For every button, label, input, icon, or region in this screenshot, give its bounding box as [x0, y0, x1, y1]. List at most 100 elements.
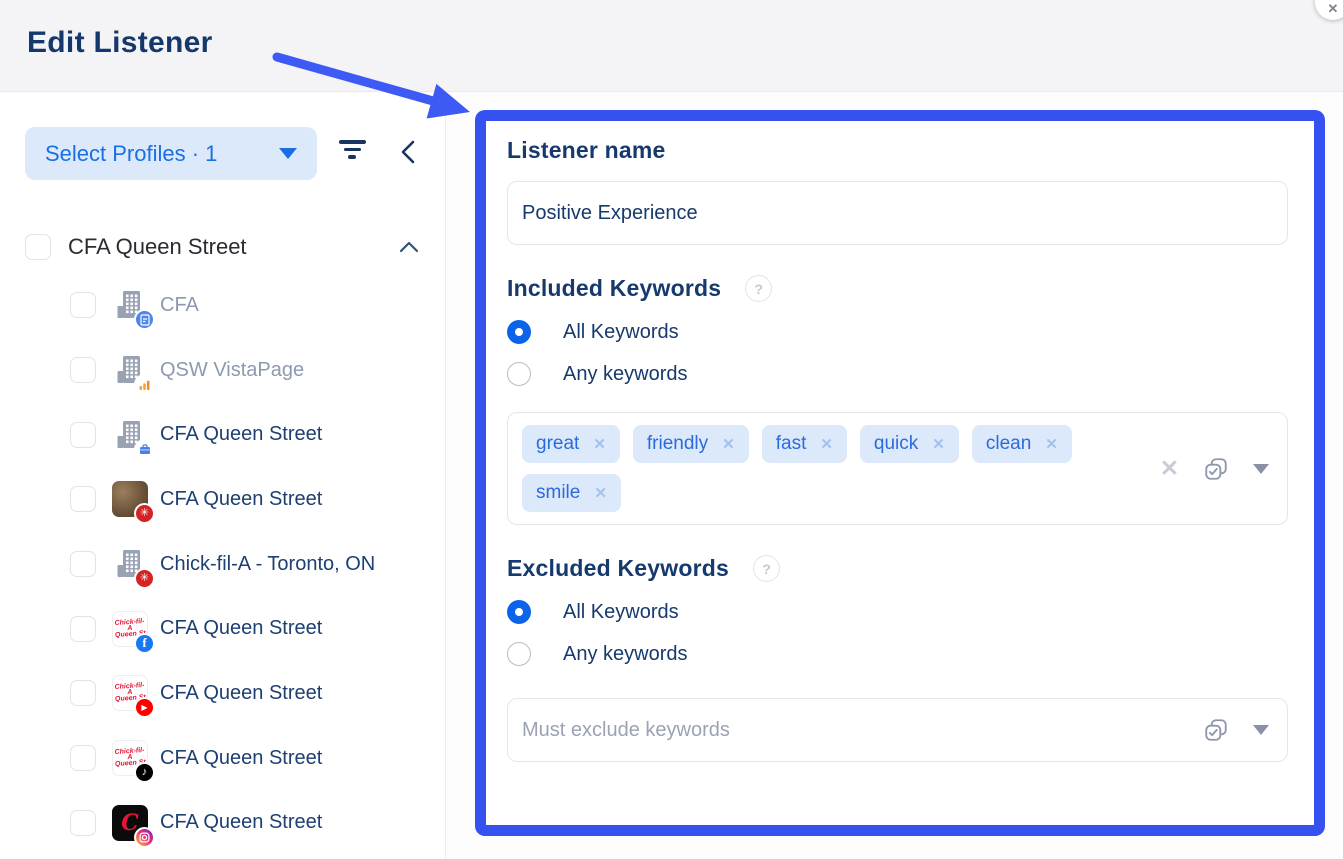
- chevron-up-icon[interactable]: [398, 240, 420, 254]
- excluded-keywords-input[interactable]: [508, 699, 1287, 761]
- instagram-icon: [134, 827, 155, 848]
- facebook-icon: f: [134, 633, 155, 654]
- profile-avatar: ✳: [112, 546, 148, 582]
- included-keywords-input[interactable]: great ✕ friendly ✕ fast ✕ quick ✕ clean ✕ smile ✕ ✕: [507, 412, 1288, 525]
- remove-keyword-icon[interactable]: ✕: [722, 435, 735, 453]
- group-label: CFA Queen Street: [68, 234, 247, 260]
- keyword-chip[interactable]: quick ✕: [860, 425, 959, 463]
- profile-label: Chick-fil-A - Toronto, ON: [160, 553, 375, 576]
- radio-selected-icon[interactable]: [507, 320, 531, 344]
- excluded-all-keywords-option[interactable]: All Keywords: [507, 600, 1288, 624]
- profile-label: CFA: [160, 294, 199, 317]
- list-item[interactable]: ✳ Chick-fil-A - Toronto, ON: [0, 532, 445, 597]
- profile-avatar: [112, 417, 148, 453]
- radio-selected-icon[interactable]: [507, 600, 531, 624]
- keyword-chip-label: fast: [776, 433, 807, 455]
- profile-label: CFA Queen Street: [160, 617, 322, 640]
- list-item[interactable]: CFA Queen Street: [0, 402, 445, 467]
- bulk-paste-icon[interactable]: [1203, 717, 1229, 743]
- keyword-chip[interactable]: clean ✕: [972, 425, 1072, 463]
- profile-avatar: Chick-fil-AQueen St ▶: [112, 675, 148, 711]
- expand-keywords-icon[interactable]: [1253, 464, 1269, 474]
- yelp-icon: ✳: [134, 503, 155, 524]
- yelp-icon: ✳: [134, 568, 155, 589]
- edit-listener-panel: Listener name Included Keywords ? All Ke…: [475, 110, 1325, 836]
- profile-label: QSW VistaPage: [160, 359, 304, 382]
- profile-avatar: [112, 287, 148, 323]
- list-item[interactable]: QSW VistaPage: [0, 338, 445, 403]
- chevron-down-icon: [279, 148, 297, 159]
- profile-avatar: C: [112, 805, 148, 841]
- listener-name-input[interactable]: [507, 181, 1288, 245]
- keyword-chip[interactable]: fast ✕: [762, 425, 847, 463]
- select-profiles-dropdown[interactable]: Select Profiles · 1: [25, 127, 317, 180]
- keyword-chip-label: great: [536, 433, 579, 455]
- remove-keyword-icon[interactable]: ✕: [594, 484, 607, 502]
- list-item[interactable]: Chick-fil-AQueen St ▶ CFA Queen Street: [0, 661, 445, 726]
- profiles-list: CFA Queen Street CFA QSW VistaPage CFA Q…: [0, 221, 445, 855]
- keyword-chip[interactable]: great ✕: [522, 425, 620, 463]
- profile-avatar: [112, 352, 148, 388]
- keyword-chip-label: quick: [874, 433, 918, 455]
- profiles-toolbar: Select Profiles · 1: [0, 127, 446, 180]
- keyword-chip-label: friendly: [647, 433, 708, 455]
- excluded-keywords-field: [507, 698, 1288, 762]
- profile-checkbox[interactable]: [70, 551, 96, 577]
- included-all-keywords-option[interactable]: All Keywords: [507, 320, 1288, 344]
- list-item[interactable]: CFA: [0, 273, 445, 338]
- profile-checkbox[interactable]: [70, 357, 96, 383]
- filter-icon[interactable]: [337, 140, 367, 166]
- profile-checkbox[interactable]: [70, 680, 96, 706]
- collapse-sidebar-icon[interactable]: [396, 137, 422, 167]
- profiles-sidebar: Select Profiles · 1 CFA Queen Street CFA…: [0, 93, 446, 859]
- profile-label: CFA Queen Street: [160, 682, 322, 705]
- clear-all-icon[interactable]: ✕: [1160, 457, 1179, 480]
- tiktok-icon: ♪: [134, 762, 155, 783]
- profile-checkbox[interactable]: [70, 292, 96, 318]
- profile-checkbox[interactable]: [70, 745, 96, 771]
- keyword-chip[interactable]: smile ✕: [522, 474, 621, 512]
- profile-group-row[interactable]: CFA Queen Street: [0, 221, 445, 273]
- radio-unselected-icon[interactable]: [507, 642, 531, 666]
- profile-avatar: Chick-fil-AQueen St f: [112, 611, 148, 647]
- remove-keyword-icon[interactable]: ✕: [593, 435, 606, 453]
- profile-checkbox[interactable]: [70, 616, 96, 642]
- close-icon: ✕: [1328, 1, 1339, 20]
- list-item[interactable]: ✳ CFA Queen Street: [0, 467, 445, 532]
- remove-keyword-icon[interactable]: ✕: [820, 435, 833, 453]
- list-item[interactable]: Chick-fil-AQueen St ♪ CFA Queen Street: [0, 726, 445, 791]
- profile-checkbox[interactable]: [70, 422, 96, 448]
- profile-avatar: Chick-fil-AQueen St ♪: [112, 740, 148, 776]
- google-business-icon: [134, 439, 155, 460]
- excluded-any-keywords-option[interactable]: Any keywords: [507, 642, 1288, 666]
- listener-name-label: Listener name: [507, 137, 1288, 164]
- profile-label: CFA Queen Street: [160, 423, 322, 446]
- youtube-icon: ▶: [134, 697, 155, 718]
- help-icon[interactable]: ?: [753, 555, 780, 582]
- profile-label: CFA Queen Street: [160, 747, 322, 770]
- profile-label: CFA Queen Street: [160, 811, 322, 834]
- list-item[interactable]: C CFA Queen Street: [0, 791, 445, 856]
- profile-avatar: ✳: [112, 481, 148, 517]
- page-title: Edit Listener: [27, 26, 213, 60]
- remove-keyword-icon[interactable]: ✕: [932, 435, 945, 453]
- select-profiles-label: Select Profiles · 1: [45, 141, 217, 167]
- keyword-chip-label: smile: [536, 482, 580, 504]
- keyword-chip[interactable]: friendly ✕: [633, 425, 749, 463]
- group-checkbox[interactable]: [25, 234, 51, 260]
- profile-checkbox[interactable]: [70, 486, 96, 512]
- remove-keyword-icon[interactable]: ✕: [1045, 435, 1058, 453]
- modal-header: Edit Listener: [0, 0, 1343, 92]
- listing-reviews-icon: [134, 309, 155, 330]
- analytics-icon: [134, 374, 155, 395]
- expand-keywords-icon[interactable]: [1253, 725, 1269, 735]
- keyword-chip-label: clean: [986, 433, 1031, 455]
- profile-checkbox[interactable]: [70, 810, 96, 836]
- profile-label: CFA Queen Street: [160, 488, 322, 511]
- included-keywords-title: Included Keywords: [507, 275, 721, 302]
- help-icon[interactable]: ?: [745, 275, 772, 302]
- included-any-keywords-option[interactable]: Any keywords: [507, 362, 1288, 386]
- radio-unselected-icon[interactable]: [507, 362, 531, 386]
- bulk-paste-icon[interactable]: [1203, 456, 1229, 482]
- list-item[interactable]: Chick-fil-AQueen St f CFA Queen Street: [0, 596, 445, 661]
